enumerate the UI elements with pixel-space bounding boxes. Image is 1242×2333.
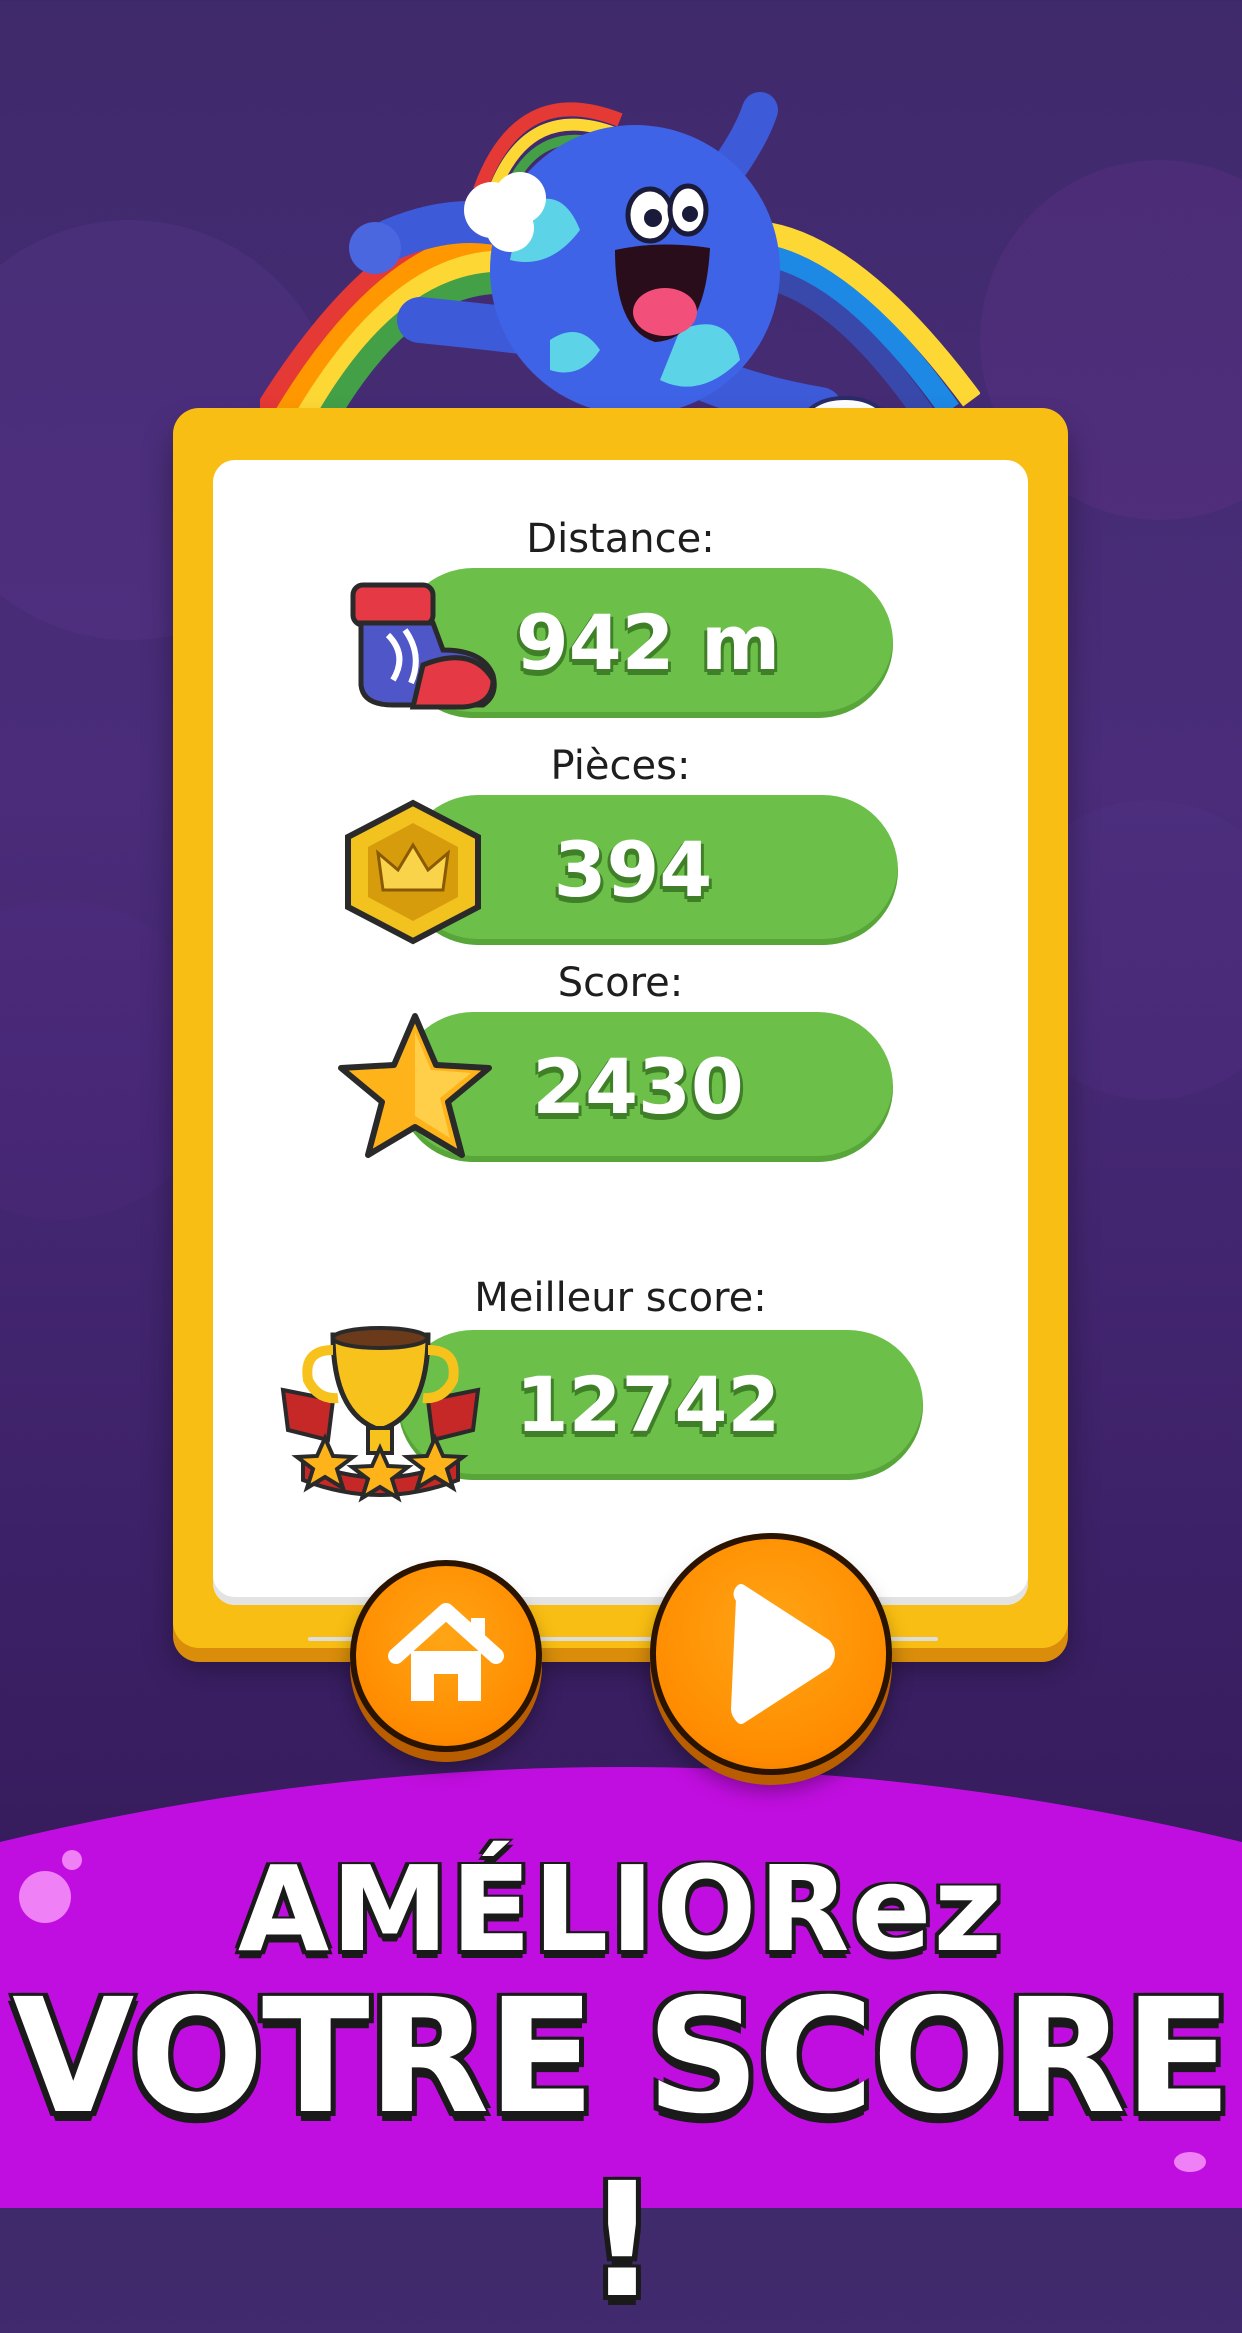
coins-label: Pièces:: [550, 743, 691, 789]
results-card: Distance: 942 m Pièces: 394 Score: 2430: [173, 408, 1068, 1648]
play-button[interactable]: [650, 1533, 892, 1775]
boot-icon: [350, 582, 497, 710]
score-label: Score:: [557, 960, 684, 1006]
home-icon: [388, 1603, 504, 1701]
results-panel: Distance: 942 m Pièces: 394 Score: 2430: [213, 460, 1028, 1641]
best-score-value: 12742: [515, 1360, 781, 1449]
home-button[interactable]: [350, 1560, 542, 1752]
promo-headline-line2: VOTRE SCORE !: [12, 1965, 1232, 2333]
crown-coin-icon: [345, 799, 481, 945]
play-icon: [731, 1584, 835, 1724]
star-icon: [338, 1013, 492, 1158]
best-score-label: Meilleur score:: [474, 1275, 767, 1321]
distance-label: Distance:: [526, 516, 715, 562]
trophy-icon: [280, 1326, 481, 1503]
promo-headline-line1: AMÉLIORez: [237, 1840, 1005, 1978]
